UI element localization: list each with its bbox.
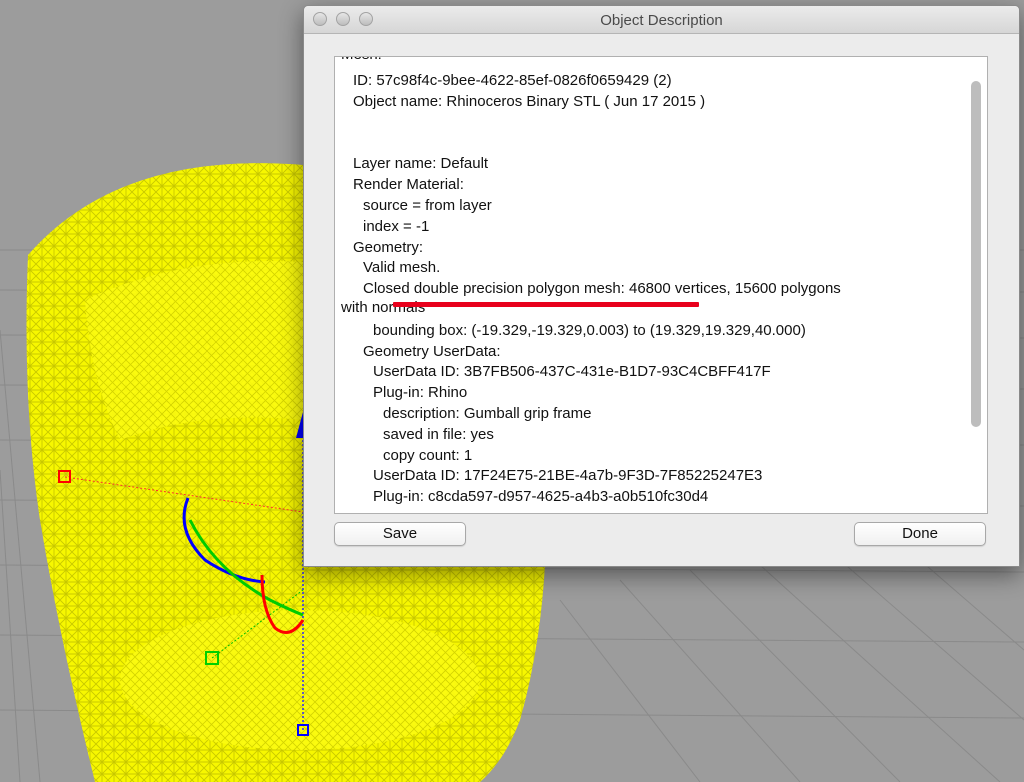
description-line: source = from layer: [363, 197, 492, 214]
description-line: Valid mesh.: [363, 259, 441, 276]
description-line: UserData ID: 3B7FB506-437C-431e-B1D7-93C…: [373, 363, 771, 380]
vertical-scrollbar[interactable]: [971, 81, 981, 427]
description-content[interactable]: Mesh: ID: 57c98f4c-9bee-4622-85ef-0826f0…: [335, 57, 967, 513]
description-line: copy count: 1: [383, 447, 473, 464]
done-button[interactable]: Done: [854, 522, 986, 546]
description-line: Render Material:: [353, 176, 464, 193]
description-line: saved in file: yes: [383, 426, 494, 443]
annotation-underline: [393, 302, 699, 307]
description-line: UserData ID: 17F24E75-21BE-4a7b-9F3D-7F8…: [373, 467, 763, 484]
description-line: Object name: Rhinoceros Binary STL ( Jun…: [353, 93, 706, 110]
description-line: Closed double precision polygon mesh: 46…: [363, 280, 841, 297]
description-line: Mesh:: [341, 57, 382, 66]
description-line: index = -1: [363, 218, 430, 235]
description-line: description: Gumball grip frame: [383, 405, 592, 422]
description-line: bounding box: (-19.329,-19.329,0.003) to…: [373, 322, 806, 339]
object-description-dialog: Object Description Mesh: ID: 57c98f4c-9b…: [303, 5, 1020, 567]
title-bar[interactable]: Object Description: [304, 6, 1019, 34]
save-button[interactable]: Save: [334, 522, 466, 546]
description-text-area[interactable]: Mesh: ID: 57c98f4c-9bee-4622-85ef-0826f0…: [334, 56, 988, 514]
description-line: Plug-in: c8cda597-d957-4625-a4b3-a0b510f…: [373, 488, 709, 505]
description-line: Geometry:: [353, 239, 424, 256]
description-line: Layer name: Default: [353, 155, 489, 172]
window-title: Object Description: [600, 12, 723, 29]
description-line: Plug-in: Rhino: [373, 384, 468, 401]
description-line: Geometry UserData:: [363, 343, 501, 360]
description-line: ID: 57c98f4c-9bee-4622-85ef-0826f0659429…: [353, 72, 672, 89]
